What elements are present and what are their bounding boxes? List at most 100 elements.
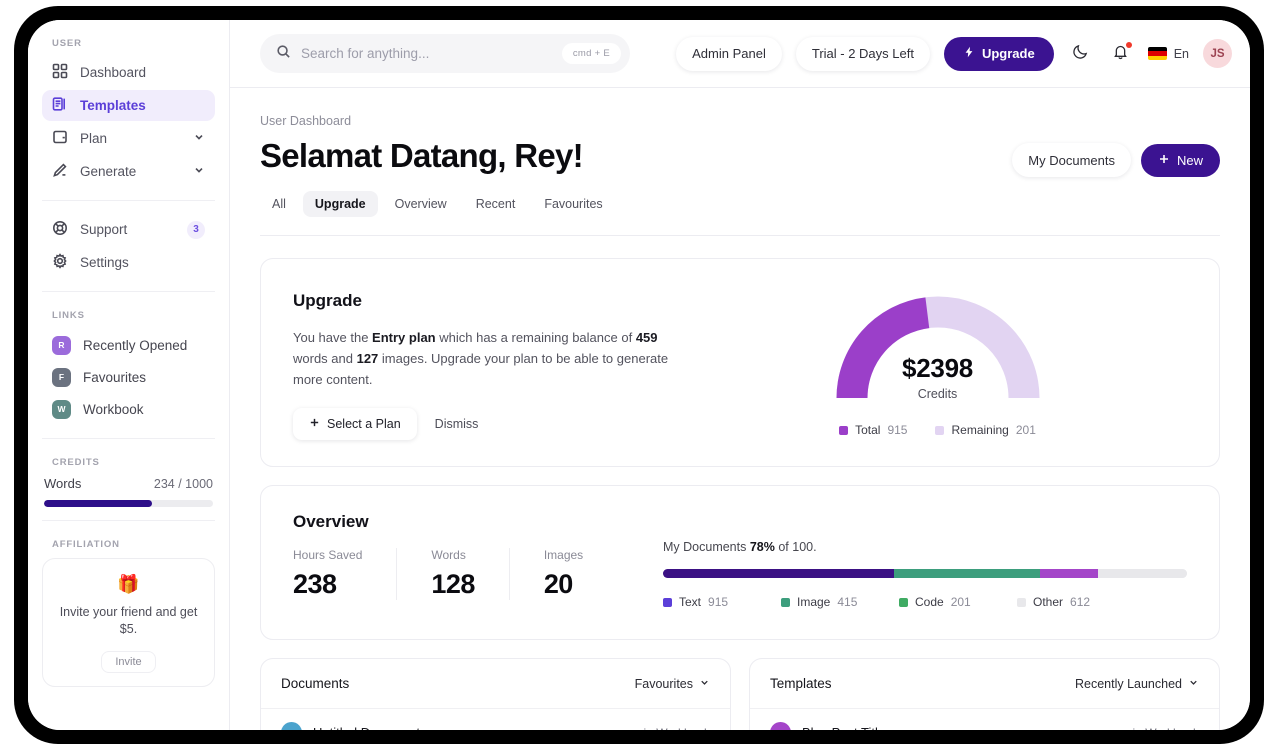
- tab-overview[interactable]: Overview: [383, 191, 459, 217]
- gear-icon: [52, 253, 68, 272]
- upgrade-button[interactable]: Upgrade: [943, 36, 1054, 71]
- chevron-down-icon[interactable]: [193, 131, 205, 146]
- top-bar: cmd + E Admin Panel Trial - 2 Days Left …: [230, 20, 1250, 88]
- german-flag-icon: [1147, 47, 1167, 60]
- plus-icon: [309, 417, 320, 431]
- lightning-icon: [963, 46, 975, 61]
- stat-label: Words: [431, 548, 466, 563]
- dark-mode-toggle[interactable]: [1068, 41, 1094, 67]
- documents-filter-dropdown[interactable]: Favourites: [635, 677, 710, 691]
- stat-label: Hours Saved: [293, 548, 363, 563]
- legend-label: Remaining: [951, 423, 1009, 437]
- sidebar-section-label-credits: CREDITS: [52, 457, 100, 468]
- upgrade-card-actions: Select a Plan Dismiss: [293, 408, 688, 441]
- moon-icon: [1072, 43, 1089, 65]
- sidebar-item-support[interactable]: Support 3: [42, 214, 215, 245]
- tab-favourites[interactable]: Favourites: [532, 191, 614, 217]
- bottom-cards-row: Documents Favourites Untitled Document: [260, 658, 1220, 730]
- templates-icon: [52, 96, 68, 115]
- search-input[interactable]: [301, 46, 552, 61]
- stacked-bar-legend: Text 915 Image 415 Code 201 Other 612: [663, 595, 1187, 609]
- recently-opened-tile-icon: R: [52, 335, 71, 355]
- wallet-icon: [52, 129, 68, 148]
- tab-bar: All Upgrade Overview Recent Favourites: [260, 191, 1220, 217]
- upgrade-text-part: You have the: [293, 330, 373, 345]
- tab-all[interactable]: All: [260, 191, 298, 217]
- legend-label: Total: [855, 423, 881, 437]
- sidebar-item-label: Support: [80, 222, 128, 237]
- sidebar-item-templates[interactable]: Templates: [42, 90, 215, 121]
- legend-swatch: [781, 597, 790, 607]
- templates-card: Templates Recently Launched Blog Post Ti…: [749, 658, 1220, 730]
- trial-status-chip[interactable]: Trial - 2 Days Left: [795, 36, 930, 71]
- sidebar-link-label: Recently Opened: [83, 337, 188, 353]
- sidebar-item-label: Dashboard: [80, 65, 147, 80]
- documents-percent: 78%: [749, 540, 775, 555]
- my-documents-button[interactable]: My Documents: [1012, 143, 1131, 177]
- sidebar-section-links: LINKS R Recently Opened F Favourites W W…: [42, 292, 215, 425]
- documents-filter-label: Favourites: [634, 676, 693, 691]
- sidebar-item-dashboard[interactable]: Dashboard: [42, 57, 215, 88]
- select-a-plan-button[interactable]: Select a Plan: [293, 408, 417, 441]
- sidebar-link-recently-opened[interactable]: R Recently Opened: [42, 329, 215, 361]
- templates-filter-dropdown[interactable]: Recently Launched: [1075, 677, 1199, 691]
- credits-label: Words: [44, 476, 82, 491]
- sidebar-item-generate[interactable]: Generate: [42, 156, 215, 187]
- page-header: User Dashboard Selamat Datang, Rey! All …: [230, 88, 1250, 236]
- legend-item-total: Total 915: [839, 423, 907, 437]
- affiliation-text: Invite your friend and get $5.: [59, 605, 198, 637]
- new-button-label: New: [1176, 152, 1203, 168]
- plus-icon: [1158, 153, 1170, 168]
- documents-caption: My Documents 78% of 100.: [663, 540, 1187, 554]
- stat-value: 20: [543, 569, 573, 600]
- stat-value: 128: [431, 569, 475, 600]
- template-title: Blog Post Title: [802, 725, 885, 730]
- dashboard-content: Upgrade You have the Entry plan which ha…: [230, 236, 1250, 730]
- dismiss-button[interactable]: Dismiss: [427, 417, 487, 431]
- invite-button[interactable]: Invite: [101, 650, 156, 673]
- chevron-down-icon[interactable]: [193, 164, 205, 179]
- upgrade-card-body: Upgrade You have the Entry plan which ha…: [293, 287, 688, 441]
- sidebar-link-workbook[interactable]: W Workbook: [42, 393, 215, 425]
- notifications-button[interactable]: [1108, 41, 1134, 67]
- bar-segment-text: [663, 569, 894, 579]
- gauge-legend: Total 915 Remaining 201: [839, 423, 1036, 437]
- avatar[interactable]: JS: [1203, 39, 1232, 68]
- tab-recent[interactable]: Recent: [464, 191, 528, 217]
- gauge-center-label: $2398 Credits: [827, 353, 1049, 401]
- admin-panel-button[interactable]: Admin Panel: [676, 36, 782, 71]
- sidebar: USER Dashboard Templates Plan Generate S…: [28, 20, 230, 730]
- stat-value: 238: [293, 569, 337, 600]
- document-location: in Workbook: [644, 726, 710, 730]
- sidebar-item-plan[interactable]: Plan: [42, 123, 215, 154]
- sidebar-item-settings[interactable]: Settings: [42, 247, 215, 278]
- documents-caption-part: My Documents: [663, 540, 750, 555]
- stacked-progress-bar: [663, 569, 1187, 579]
- document-title: Untitled Document: [313, 725, 420, 730]
- grid-icon: [52, 63, 68, 82]
- overview-card: Overview Hours Saved 238 Words 128 Image…: [260, 485, 1220, 641]
- sidebar-section-utility: Support 3 Settings: [42, 201, 215, 278]
- tab-upgrade[interactable]: Upgrade: [302, 191, 378, 217]
- stat-words: Words 128: [431, 548, 510, 601]
- search-box[interactable]: cmd + E: [260, 34, 630, 73]
- templates-card-title: Templates: [770, 676, 832, 692]
- favourites-tile-icon: F: [52, 367, 71, 387]
- list-item[interactable]: Untitled Document in Workbook: [261, 709, 730, 730]
- bar-segment-other: [1097, 569, 1187, 579]
- sidebar-section-credits: CREDITS Words 234 / 1000: [42, 439, 215, 507]
- sidebar-link-label: Workbook: [83, 401, 144, 417]
- legend-value: 415: [837, 595, 858, 610]
- sidebar-section-label-user: USER: [52, 38, 82, 49]
- list-item[interactable]: Blog Post Title in Workbook: [750, 709, 1219, 730]
- lifebuoy-icon: [52, 220, 68, 239]
- language-selector[interactable]: En: [1147, 47, 1189, 61]
- gauge-graphic: $2398 Credits: [827, 287, 1049, 405]
- legend-value: 201: [1015, 423, 1036, 437]
- sidebar-link-favourites[interactable]: F Favourites: [42, 361, 215, 393]
- new-button[interactable]: New: [1140, 143, 1220, 177]
- sidebar-item-label: Settings: [80, 255, 129, 270]
- template-location: in Workbook: [1133, 726, 1199, 730]
- chevron-down-icon: [1188, 677, 1199, 691]
- upgrade-text-part: words and: [293, 351, 357, 367]
